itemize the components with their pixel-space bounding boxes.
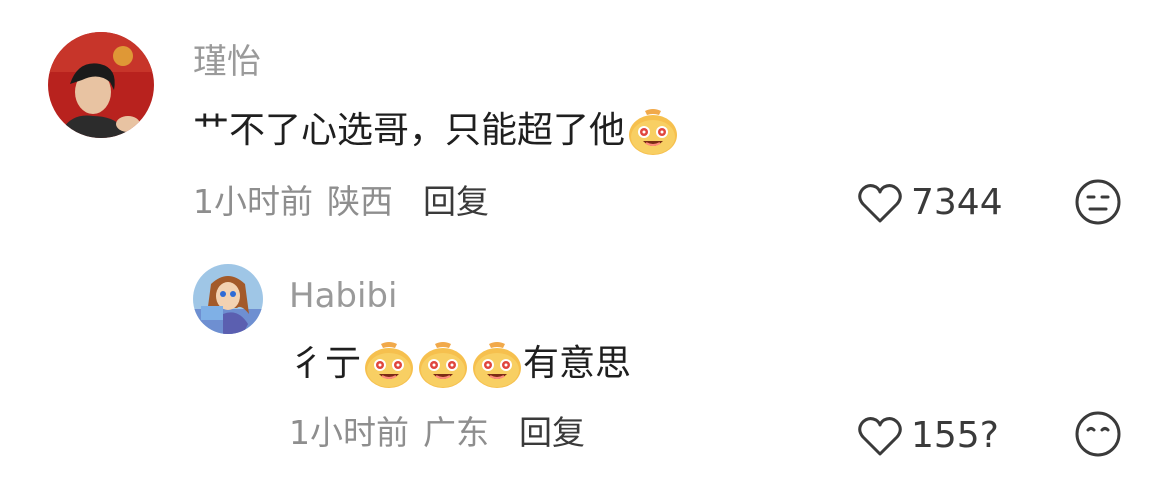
neutral-face-icon	[1075, 179, 1121, 225]
avatar-image	[193, 264, 263, 334]
grinning-emoji-icon	[363, 338, 415, 390]
comment-location: 广东	[423, 413, 489, 452]
avatar[interactable]	[193, 264, 263, 334]
like-count: 7344	[911, 182, 1003, 223]
comment-meta: 1小时前 广东 回复	[289, 413, 585, 453]
comment-time: 1小时前	[193, 182, 313, 221]
comment-content: 彳亍 有意思	[289, 338, 631, 390]
like-button[interactable]: 155?	[857, 415, 999, 457]
heart-icon	[858, 184, 902, 223]
comment-content: 艹不了心选哥，只能超了他	[193, 105, 679, 157]
like-button[interactable]: 7344	[857, 182, 1003, 224]
reply-button[interactable]: 回复	[423, 182, 489, 222]
avatar[interactable]	[48, 32, 154, 138]
avatar-image	[48, 32, 154, 138]
comment-text-suffix: 有意思	[523, 343, 632, 384]
comment-meta: 1小时前 陕西 回复	[193, 182, 489, 222]
comment-text-prefix: 彳亍	[289, 343, 362, 384]
like-count: 155?	[911, 415, 999, 456]
dislike-button[interactable]	[1074, 410, 1122, 458]
neutral-face-icon	[1075, 411, 1121, 457]
comment-text: 艹不了心选哥，只能超了他	[193, 110, 626, 151]
comment-username[interactable]: Habibi	[289, 276, 397, 316]
reply-button[interactable]: 回复	[519, 413, 585, 453]
grinning-emoji-icon	[417, 338, 469, 390]
comment-location: 陕西	[327, 182, 393, 221]
grinning-emoji-icon	[627, 105, 679, 157]
dislike-button[interactable]	[1074, 178, 1122, 226]
comment-time: 1小时前	[289, 413, 409, 452]
heart-icon	[858, 417, 902, 456]
grinning-emoji-icon	[471, 338, 523, 390]
comment-username[interactable]: 瑾怡	[193, 42, 261, 82]
